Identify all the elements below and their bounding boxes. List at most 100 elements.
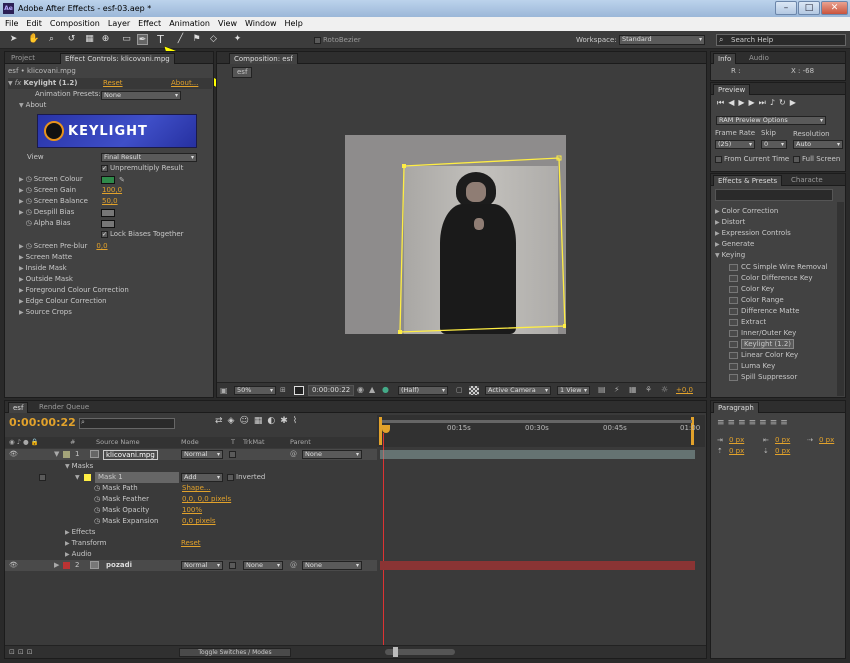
tab-render-queue[interactable]: Render Queue: [35, 402, 93, 413]
mask-color-swatch[interactable]: [84, 474, 91, 481]
transparency-grid-icon[interactable]: [469, 386, 479, 395]
views-dropdown[interactable]: 1 View: [557, 386, 590, 395]
effect-item[interactable]: Difference Matte: [729, 306, 799, 317]
label-color-swatch[interactable]: [63, 562, 70, 569]
view-dropdown[interactable]: Final Result: [101, 153, 197, 162]
fast-previews-icon[interactable]: ⚡: [614, 385, 620, 394]
grid-toggle-button[interactable]: [294, 386, 304, 395]
layer-name[interactable]: pozadi: [106, 560, 132, 571]
tab-effect-controls[interactable]: Effect Controls: klicovani.mpg: [60, 53, 175, 64]
group-foreground-colour-correction[interactable]: ▶ Foreground Colour Correction: [19, 285, 129, 296]
effect-item[interactable]: Linear Color Key: [729, 350, 798, 361]
visibility-eye-icon[interactable]: 👁: [9, 560, 18, 571]
category-keying[interactable]: ▼ Keying: [715, 250, 745, 261]
exposure-value[interactable]: +0,0: [676, 386, 693, 394]
category-distort[interactable]: ▶ Distort: [715, 217, 745, 228]
layer-name[interactable]: klicovani.mpg: [103, 450, 158, 460]
comp-timecode[interactable]: 0:00:00:22: [308, 385, 355, 396]
comp-subtab[interactable]: esf: [232, 67, 253, 78]
from-current-checkbox[interactable]: [715, 155, 722, 163]
screen-preblur-value[interactable]: 0,0: [96, 242, 107, 250]
always-preview-icon[interactable]: ▣: [220, 386, 228, 395]
lock-biases-checkbox[interactable]: ✓: [101, 230, 108, 238]
stopwatch-icon[interactable]: ◷: [26, 208, 32, 216]
show-snapshot-icon[interactable]: ▲: [369, 385, 375, 394]
eyedropper-icon[interactable]: ✎: [119, 176, 125, 184]
audio-icon[interactable]: ♪: [770, 98, 779, 107]
tab-paragraph[interactable]: Paragraph: [713, 402, 759, 413]
parent-pickwhip-icon[interactable]: @: [290, 450, 297, 458]
mask1-visibility[interactable]: [39, 474, 46, 481]
last-frame-icon[interactable]: ⏭: [759, 98, 770, 107]
tab-project[interactable]: Project: [7, 53, 39, 64]
mask1-mode-dropdown[interactable]: Add: [181, 473, 223, 482]
indent-right-value[interactable]: 0 px: [775, 436, 790, 444]
camera-dropdown[interactable]: Active Camera: [485, 386, 551, 395]
layer1-preserve-transparency[interactable]: [229, 451, 236, 458]
layer2-mode-dropdown[interactable]: Normal: [181, 561, 223, 570]
snapshot-icon[interactable]: ◉: [357, 385, 364, 394]
next-frame-icon[interactable]: ▶: [749, 98, 759, 107]
toggle-pixel-aspect-icon[interactable]: ▤: [598, 385, 606, 394]
visibility-eye-icon[interactable]: 👁: [9, 449, 18, 460]
animation-presets-dropdown[interactable]: None: [101, 91, 181, 100]
tab-info[interactable]: Info: [713, 53, 737, 64]
tab-timeline-esf[interactable]: esf: [8, 402, 29, 413]
mask-feather-value[interactable]: 0,0, 0,0 pixels: [182, 494, 231, 505]
comp-canvas[interactable]: [345, 135, 566, 334]
stopwatch-icon[interactable]: ◷: [94, 484, 100, 492]
group-edge-colour-correction[interactable]: ▶ Edge Colour Correction: [19, 296, 107, 307]
full-screen-checkbox[interactable]: [793, 155, 800, 163]
first-line-indent-value[interactable]: 0 px: [819, 436, 834, 444]
category-expression-controls[interactable]: ▶ Expression Controls: [715, 228, 791, 239]
alpha-bias-swatch[interactable]: [101, 220, 115, 228]
roi-icon[interactable]: ▢: [456, 386, 463, 394]
reset-link[interactable]: Reset: [103, 78, 123, 89]
stopwatch-icon[interactable]: ◷: [26, 219, 32, 227]
layer1-duration-bar[interactable]: [380, 450, 695, 459]
unpremultiply-checkbox[interactable]: ✓: [101, 164, 108, 172]
transform-group[interactable]: ▶ Transform: [65, 538, 106, 549]
effect-item[interactable]: Extract: [729, 317, 766, 328]
motion-blur-icon[interactable]: ◐: [267, 416, 280, 426]
stopwatch-icon[interactable]: ◷: [94, 517, 100, 525]
effect-item-keylight[interactable]: Keylight (1.2): [729, 339, 795, 350]
stopwatch-icon[interactable]: ◷: [26, 175, 32, 183]
effect-item[interactable]: Color Key: [729, 284, 774, 295]
tab-audio[interactable]: Audio: [745, 53, 773, 64]
masks-group[interactable]: ▼ Masks: [65, 461, 93, 472]
about-link[interactable]: About...: [171, 78, 198, 89]
playhead-handle[interactable]: [382, 425, 390, 433]
expand-triangle-icon[interactable]: ▼: [54, 449, 59, 460]
effect-item[interactable]: Color Range: [729, 295, 784, 306]
layer2-preserve-transparency[interactable]: [229, 562, 236, 569]
effect-item[interactable]: CC Simple Wire Removal: [729, 262, 827, 273]
group-source-crops[interactable]: ▶ Source Crops: [19, 307, 72, 318]
stopwatch-icon[interactable]: ◷: [26, 197, 32, 205]
screen-colour-swatch[interactable]: [101, 176, 115, 184]
layer2-trkmat-dropdown[interactable]: None: [243, 561, 283, 570]
mask-expansion-value[interactable]: 0,0 pixels: [182, 516, 216, 527]
category-color-correction[interactable]: ▶ Color Correction: [715, 206, 778, 217]
shy-icon[interactable]: ☺: [239, 416, 253, 426]
space-after-value[interactable]: 0 px: [775, 447, 790, 455]
tab-composition[interactable]: Composition: esf: [229, 53, 298, 64]
screen-gain-value[interactable]: 100,0: [102, 185, 122, 196]
toggle-switches-modes-button[interactable]: Toggle Switches / Modes: [179, 648, 291, 657]
space-before-value[interactable]: 0 px: [729, 447, 744, 455]
effect-item[interactable]: Color Difference Key: [729, 273, 813, 284]
category-generate[interactable]: ▶ Generate: [715, 239, 754, 250]
group-outside-mask[interactable]: ▶ Outside Mask: [19, 274, 73, 285]
play-icon[interactable]: ▶: [738, 98, 748, 107]
zoom-slider-handle[interactable]: [393, 647, 398, 657]
ram-preview-dropdown[interactable]: RAM Preview Options: [716, 116, 826, 125]
resolution-dropdown[interactable]: Auto: [793, 140, 843, 149]
effects-group[interactable]: ▶ Effects: [65, 527, 95, 538]
effects-search-input[interactable]: [715, 189, 833, 201]
tab-character[interactable]: Characte: [787, 175, 827, 186]
expand-triangle-icon[interactable]: ▼: [75, 472, 80, 483]
effect-item[interactable]: Luma Key: [729, 361, 775, 372]
parent-pickwhip-icon[interactable]: @: [290, 561, 297, 569]
screen-balance-value[interactable]: 50,0: [102, 196, 118, 207]
group-inside-mask[interactable]: ▶ Inside Mask: [19, 263, 67, 274]
